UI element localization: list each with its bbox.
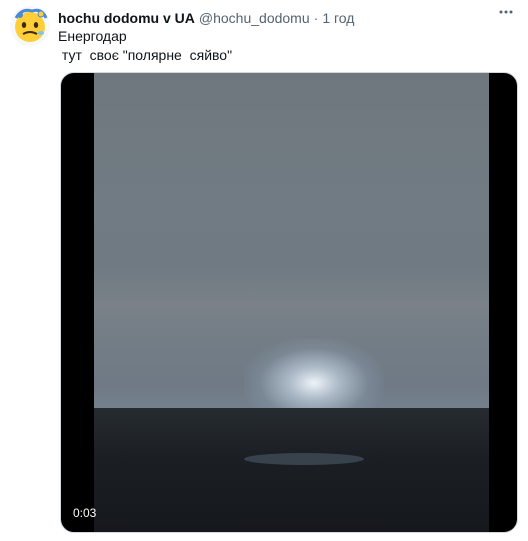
timestamp[interactable]: 1 год [322,10,354,26]
tweet-header: hochu dodomu v UA @hochu_dodomu · 1 год [58,8,520,28]
video-frame [94,73,489,532]
author-handle[interactable]: @hochu_dodomu [199,10,310,26]
video-duration: 0:03 [73,506,97,520]
water-reflection [244,453,364,465]
video-player[interactable]: 0:03 [60,72,518,533]
more-options-button[interactable] [496,2,516,22]
header-separator: · [313,10,319,26]
author-name[interactable]: hochu dodomu v UA [58,10,195,26]
emoji-face-icon [14,8,48,42]
tweet[interactable]: hochu dodomu v UA @hochu_dodomu · 1 год … [0,0,528,541]
tweet-text-line-2: тут своє "полярне сяйво" [58,47,233,63]
more-horizontal-icon [499,10,513,14]
tweet-text-line-1: Енергодар [58,28,127,44]
ground [94,408,489,532]
avatar[interactable] [10,6,50,46]
